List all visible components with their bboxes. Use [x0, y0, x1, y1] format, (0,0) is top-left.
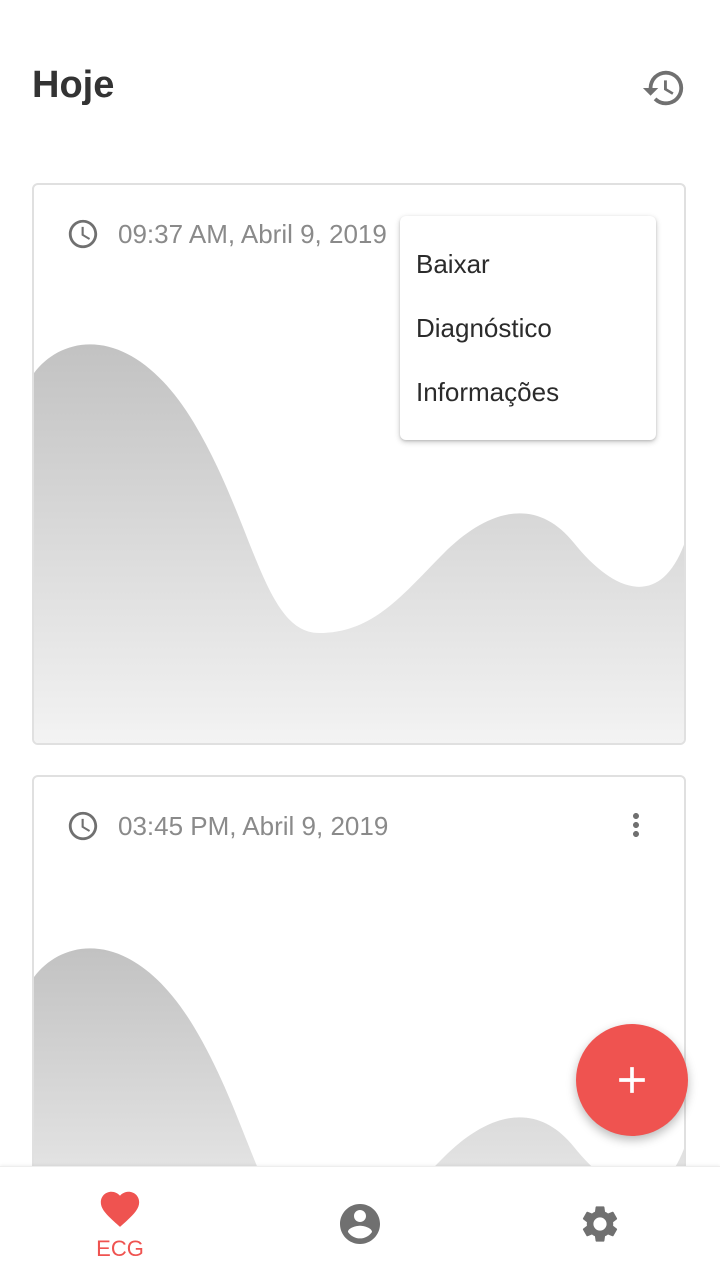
history-button[interactable] [640, 64, 688, 112]
card-options-menu: Baixar Diagnóstico Informações [400, 216, 656, 440]
clock-icon [68, 219, 98, 249]
add-ecg-button[interactable] [576, 1024, 688, 1136]
card-menu-button[interactable] [614, 803, 658, 847]
bottom-navigation: ECG [0, 1166, 720, 1281]
menu-item-download[interactable]: Baixar [400, 232, 656, 296]
nav-item-settings[interactable] [480, 1167, 720, 1281]
history-icon [642, 70, 684, 106]
heart-icon [100, 1191, 140, 1227]
menu-item-info[interactable]: Informações [400, 360, 656, 424]
settings-icon [582, 1206, 618, 1242]
card-time-text: 09:37 AM, Abril 9, 2019 [118, 218, 387, 249]
nav-item-ecg[interactable]: ECG [0, 1167, 240, 1281]
more-vertical-icon [633, 813, 639, 837]
card-time-text: 03:45 PM, Abril 9, 2019 [118, 810, 389, 841]
nav-item-profile[interactable] [240, 1167, 480, 1281]
plus-icon [619, 1067, 645, 1093]
account-icon [340, 1204, 380, 1244]
nav-label-ecg: ECG [96, 1236, 144, 1261]
menu-item-diagnosis[interactable]: Diagnóstico [400, 296, 656, 360]
card-timestamp: 03:45 PM, Abril 9, 2019 [66, 809, 388, 843]
page-title: Hoje [32, 64, 115, 106]
card-timestamp: 09:37 AM, Abril 9, 2019 [66, 217, 387, 251]
clock-icon [68, 811, 98, 841]
